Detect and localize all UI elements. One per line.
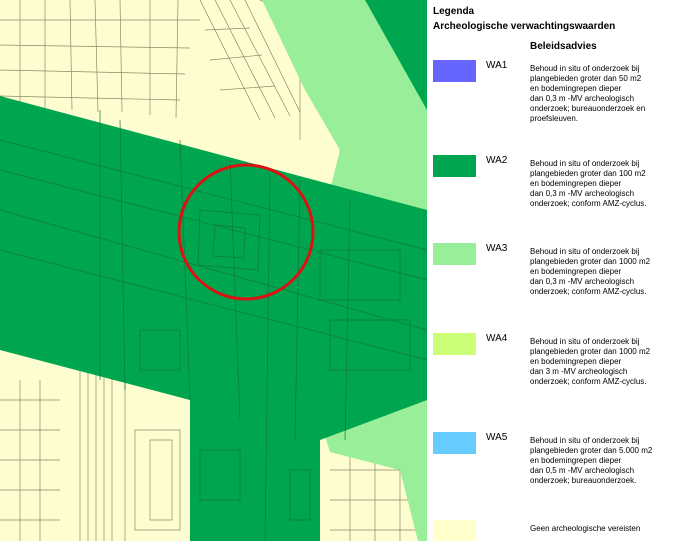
legend-panel: Legenda Archeologische verwachtingswaard… xyxy=(427,0,685,541)
legend-description: Behoud in situ of onderzoek bij plangebi… xyxy=(530,64,646,123)
legend-swatch xyxy=(433,243,476,265)
legend-code: WA5 xyxy=(486,432,508,443)
legend-swatch xyxy=(433,60,476,82)
legend-code: WA1 xyxy=(486,60,508,71)
legend-code: WA2 xyxy=(486,155,508,166)
legend-title: Legenda xyxy=(433,6,475,17)
legend-description: Behoud in situ of onderzoek bij plangebi… xyxy=(530,247,651,296)
legend-swatch xyxy=(433,432,476,454)
legend-column-header: Beleidsadvies xyxy=(530,41,597,52)
archaeology-map[interactable] xyxy=(0,0,427,541)
legend-swatch xyxy=(433,520,476,541)
legend-description: Behoud in situ of onderzoek bij plangebi… xyxy=(530,436,653,485)
legend-description: Behoud in situ of onderzoek bij plangebi… xyxy=(530,159,647,208)
legend-code: WA4 xyxy=(486,333,508,344)
map-viewer: Legenda Archeologische verwachtingswaard… xyxy=(0,0,685,541)
legend-description: Geen archeologische vereisten xyxy=(530,524,641,533)
legend-subtitle: Archeologische verwachtingswaarden xyxy=(433,21,616,32)
legend-swatch xyxy=(433,155,476,177)
legend-code: WA3 xyxy=(486,243,508,254)
legend-description: Behoud in situ of onderzoek bij plangebi… xyxy=(530,337,651,386)
legend-swatch xyxy=(433,333,476,355)
